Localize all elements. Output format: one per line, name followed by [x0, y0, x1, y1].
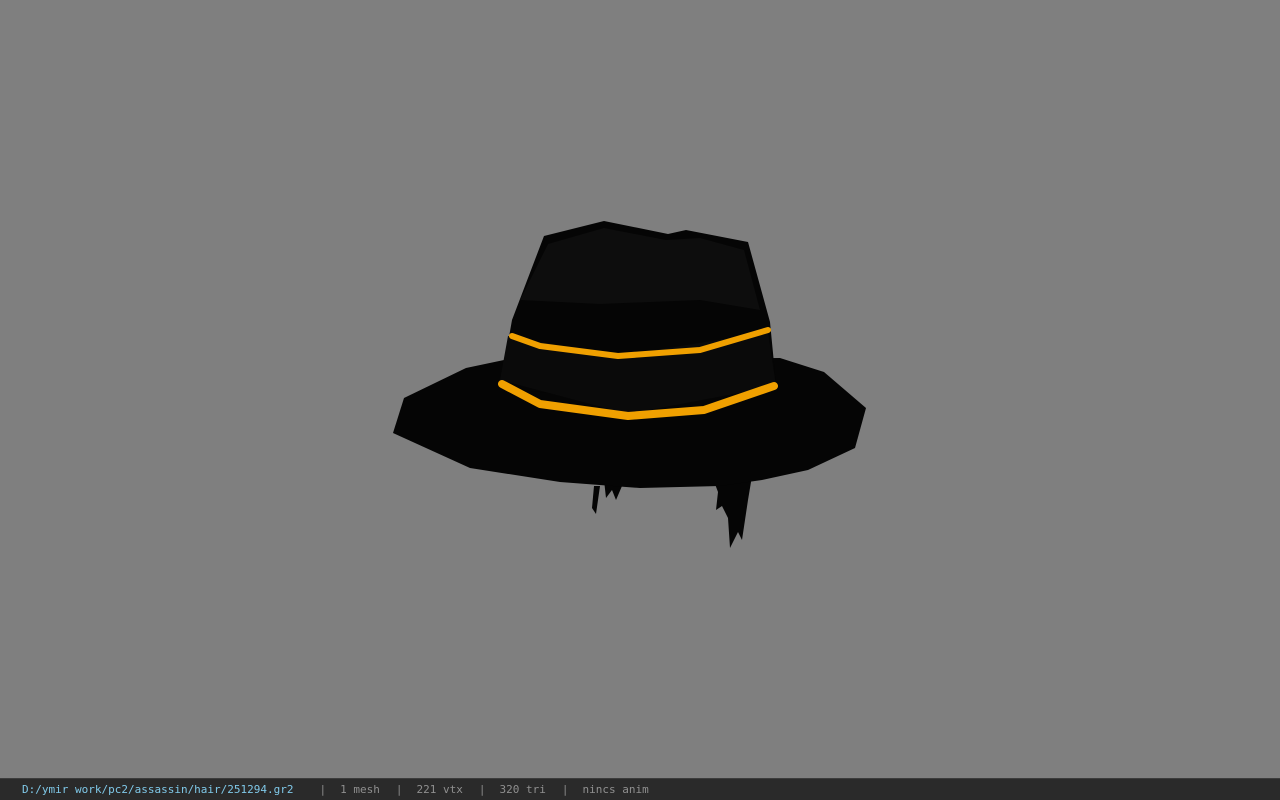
mesh-count: 1 mesh — [340, 783, 380, 796]
3d-viewport[interactable] — [0, 0, 1280, 778]
status-separator: | — [395, 783, 403, 796]
hat-model — [393, 221, 866, 548]
status-separator: | — [319, 783, 327, 796]
status-separator: | — [478, 783, 486, 796]
status-bar: D:/ymir work/pc2/assassin/hair/251294.gr… — [0, 778, 1280, 800]
hair-strand-left-tip — [592, 486, 600, 514]
status-separator: | — [561, 783, 569, 796]
vertex-count: 221 vtx — [416, 783, 463, 796]
hair-strand-right — [712, 476, 752, 548]
animation-status: nincs anim — [582, 783, 649, 796]
file-path: D:/ymir work/pc2/assassin/hair/251294.gr… — [22, 783, 294, 796]
triangle-count: 320 tri — [499, 783, 546, 796]
